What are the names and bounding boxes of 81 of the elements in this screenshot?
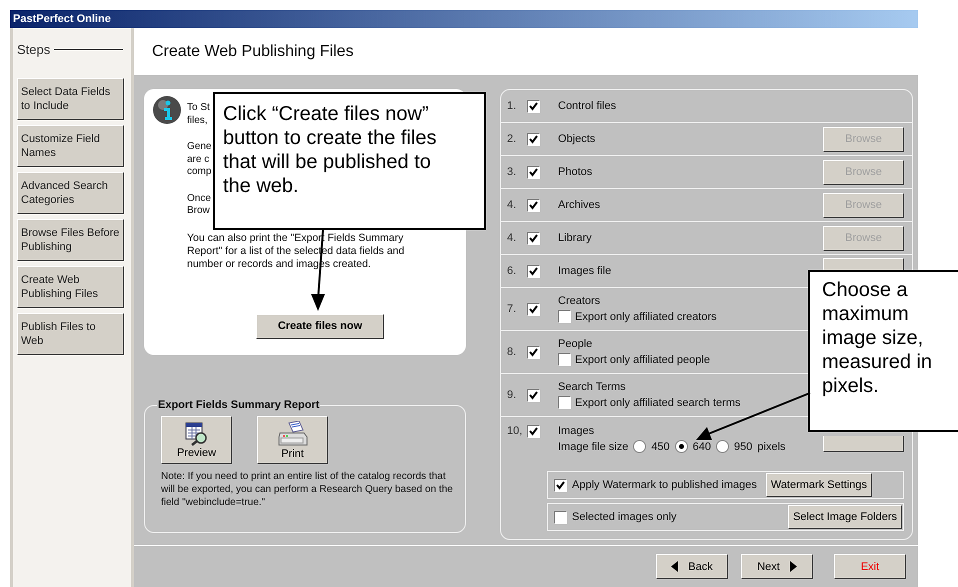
right-triangle-icon [790, 561, 797, 572]
item-label: Images file [558, 265, 612, 277]
checkbox[interactable] [558, 353, 571, 366]
item-number: 4. [507, 232, 518, 244]
option-label: Export only affiliated search terms [575, 396, 740, 408]
item-number: 8. [507, 346, 518, 358]
item-label: Search Terms [558, 381, 627, 393]
checkbox[interactable] [527, 198, 540, 212]
item-label: Images [558, 425, 596, 437]
item-label: Photos [558, 166, 592, 178]
step-button[interactable]: Customize Field Names [17, 125, 124, 167]
select-folders-button[interactable]: Select Image Folders [788, 505, 902, 529]
next-button[interactable]: Next [741, 554, 813, 579]
step-button[interactable]: Create Web Publishing Files [17, 266, 124, 308]
checkbox[interactable] [554, 510, 567, 524]
info-text: Once [187, 192, 212, 205]
item-label: Creators [558, 295, 602, 307]
radio-button[interactable] [716, 440, 730, 453]
checkbox[interactable] [527, 100, 540, 112]
step-button[interactable]: Browse Files Before Publishing [17, 219, 124, 261]
steps-heading: Steps [17, 42, 50, 57]
item-number: 2. [507, 133, 518, 145]
watermark-settings-button[interactable]: Watermark Settings [766, 473, 872, 497]
item-number: 1. [507, 100, 518, 112]
item-label: People [558, 338, 594, 350]
callout-text: Choose a maximum image size, measured in pixels. [822, 279, 932, 397]
checkbox[interactable] [558, 310, 571, 323]
checkbox[interactable] [527, 232, 540, 244]
checkbox[interactable] [554, 478, 567, 492]
item-label: Library [558, 232, 592, 244]
item-label: Archives [558, 199, 600, 211]
report-title: Export Fields Summary Report [157, 399, 320, 411]
table-magnifier-icon [184, 422, 210, 446]
size-option: 950 [734, 440, 752, 452]
browse-button[interactable] [823, 436, 904, 452]
report-note: Note: If you need to print an entire list of the catalog records that will be exported, you can perform a Research Query based on the field "webinclude=true." [161, 470, 454, 509]
info-text: Brow [187, 205, 211, 218]
watermark-label: Apply Watermark to published images [572, 479, 757, 491]
option-label: Export only affiliated people [575, 354, 710, 366]
checkbox[interactable] [527, 346, 540, 358]
step-button[interactable]: Select Data Fields to Include [17, 78, 124, 120]
item-number: 10, [507, 425, 524, 437]
radio-button[interactable] [674, 440, 688, 453]
info-icon [152, 95, 182, 125]
item-number: 4. [507, 199, 518, 211]
size-option: 640 [692, 440, 712, 452]
item-label: Control files [558, 100, 616, 112]
checkbox[interactable] [527, 132, 540, 146]
step-button[interactable]: Publish Files to Web [17, 313, 124, 355]
page-title: Create Web Publishing Files [152, 42, 354, 60]
printer-icon [276, 420, 308, 446]
checkbox[interactable] [558, 396, 571, 409]
unit-label: pixels [757, 440, 786, 452]
size-label: Image file size [558, 440, 628, 452]
print-button[interactable]: Print [257, 416, 328, 464]
item-number: 3. [507, 166, 518, 178]
info-text: files, [187, 114, 209, 127]
item-label: Objects [558, 133, 596, 145]
callout-text: Click “Create files now” button to create the files that will be published to the web. [223, 103, 436, 197]
checkbox[interactable] [527, 166, 540, 178]
option-label: Export only affiliated creators [575, 310, 717, 322]
info-text: are c [187, 154, 210, 166]
checkbox[interactable] [527, 388, 540, 402]
checkbox[interactable] [527, 425, 540, 438]
selected-images-label: Selected images only [572, 511, 677, 523]
checkbox[interactable] [527, 302, 540, 316]
info-text: comp [187, 166, 212, 178]
item-number: 6. [507, 265, 518, 277]
step-button[interactable]: Advanced Search Categories [17, 172, 124, 214]
info-text: Gene [187, 141, 212, 154]
left-triangle-icon [671, 561, 678, 572]
size-option: 450 [651, 440, 670, 452]
preview-button[interactable]: Preview [161, 416, 232, 464]
info-text: To St [187, 102, 211, 114]
create-files-button[interactable]: Create files now [256, 314, 384, 338]
item-number: 7. [507, 303, 518, 315]
checkbox[interactable] [527, 264, 540, 278]
radio-button[interactable] [633, 440, 646, 453]
window-title: PastPerfect Online [13, 13, 111, 25]
item-number: 9. [507, 389, 518, 401]
back-button[interactable]: Back [656, 554, 728, 579]
